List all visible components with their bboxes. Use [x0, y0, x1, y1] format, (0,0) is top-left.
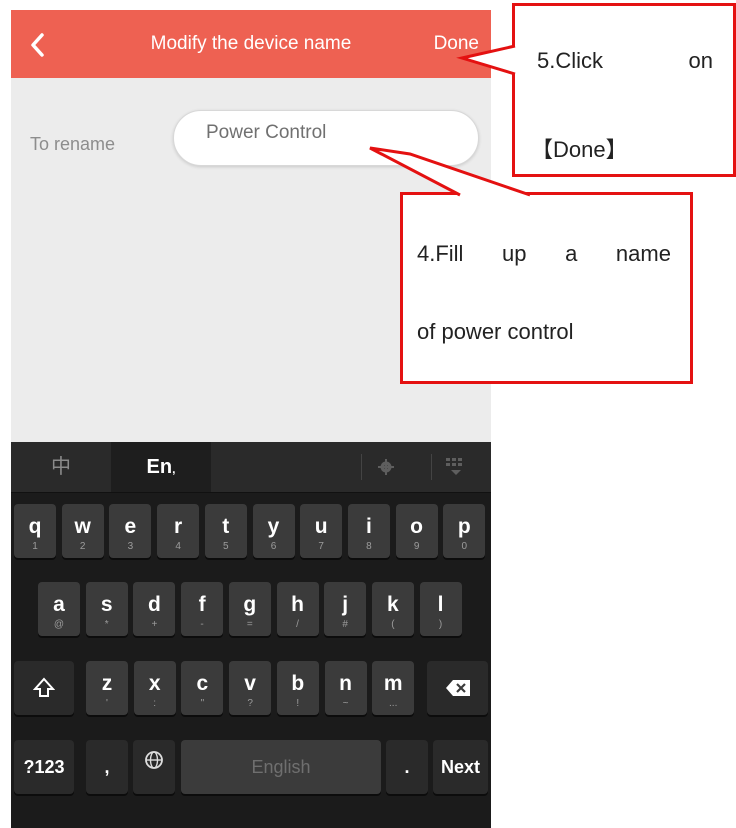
pointer-name [369, 146, 531, 197]
pointer-done [456, 44, 516, 76]
callout-pointers [369, 44, 531, 197]
